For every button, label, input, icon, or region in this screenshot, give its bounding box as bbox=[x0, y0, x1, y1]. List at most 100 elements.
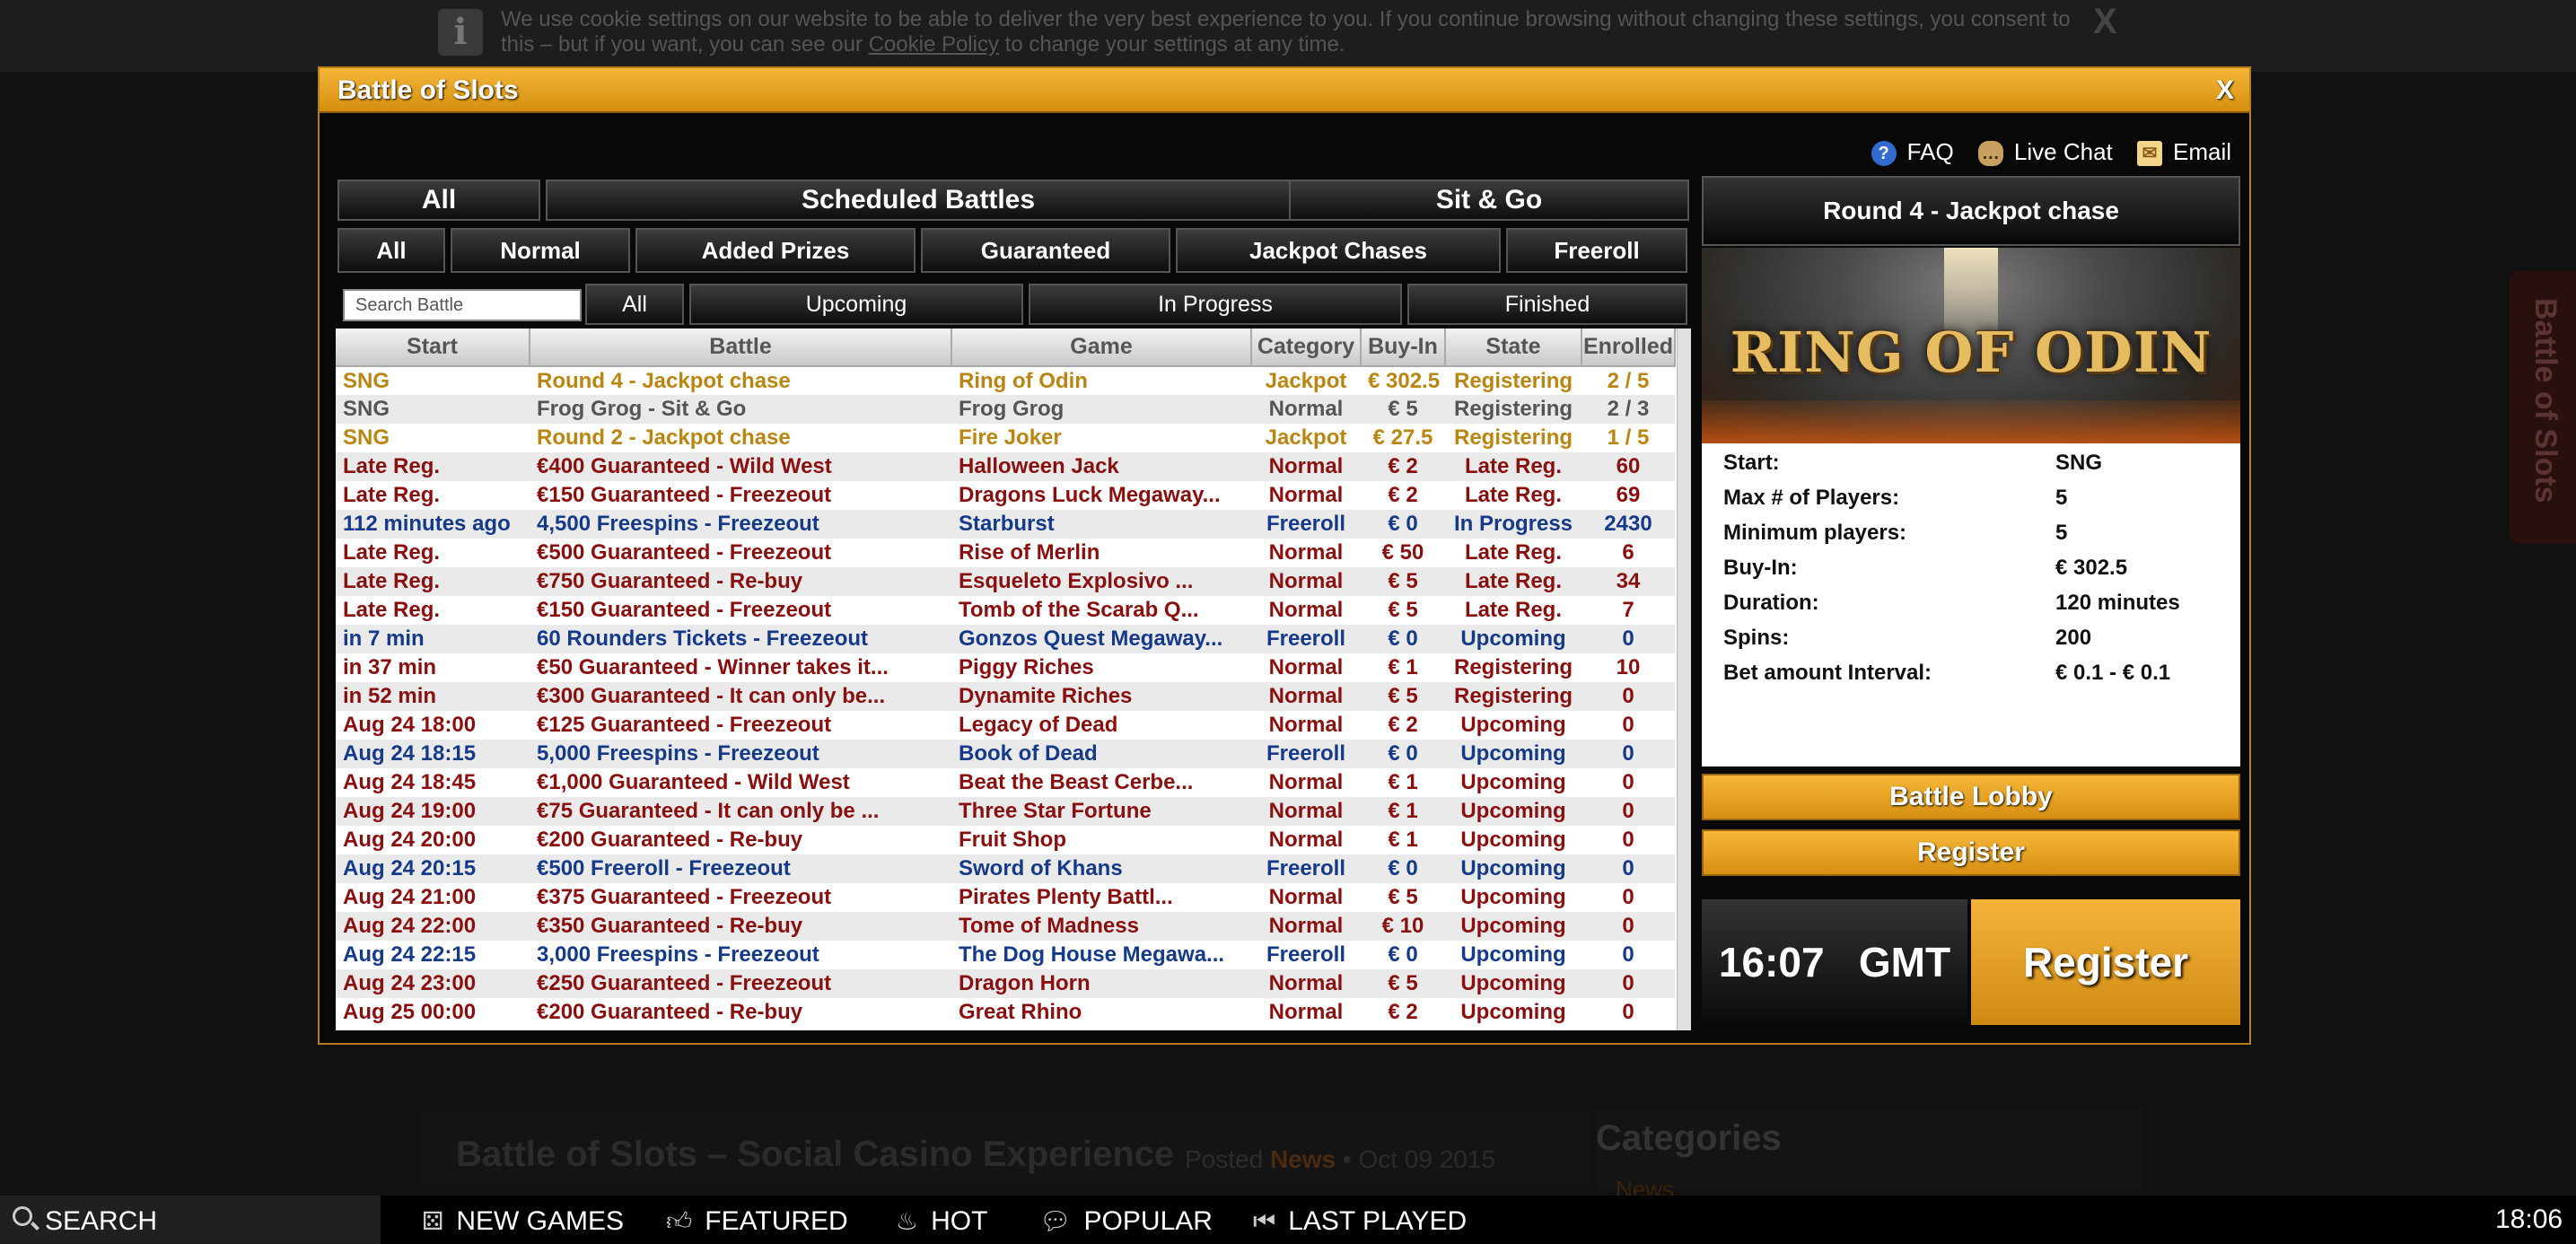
column-header-category[interactable]: Category bbox=[1251, 329, 1362, 367]
search-button[interactable]: SEARCH bbox=[0, 1196, 381, 1244]
cell-category: Freeroll bbox=[1251, 854, 1361, 883]
detail-info-label: Duration: bbox=[1723, 591, 1819, 615]
filter-state-all[interactable]: All bbox=[585, 284, 684, 325]
table-row[interactable]: Aug 24 22:15 3,000 Freespins - Freezeout T… bbox=[336, 941, 1675, 969]
cell-buyin: € 2 bbox=[1388, 713, 1418, 737]
table-row[interactable]: Late Reg. €750 Guaranteed - Re-buy Esquele… bbox=[336, 567, 1675, 596]
cell-game: Three Star Fortune bbox=[951, 797, 1251, 826]
cell-enrolled: 0 bbox=[1582, 912, 1675, 941]
cell-category: Normal bbox=[1268, 483, 1344, 507]
filter-state-finished[interactable]: Finished bbox=[1407, 284, 1687, 325]
email-link[interactable]: ✉ Email bbox=[2136, 138, 2231, 167]
cell-buyin: € 2 bbox=[1388, 483, 1418, 507]
cell-state: Registering bbox=[1445, 395, 1582, 424]
bottom-nav-bar: SEARCH ⚄ NEW GAMES 👍︎ FEATURED ♨ HOT 💬︎ POPU… bbox=[0, 1196, 2576, 1244]
table-row[interactable]: Aug 24 19:00 €75 Guaranteed - It can only… bbox=[336, 797, 1675, 826]
table-row[interactable]: Aug 24 18:00 €125 Guaranteed - Freezeout L… bbox=[336, 711, 1675, 740]
table-row[interactable]: in 7 min 60 Rounders Tickets - Freezeout G… bbox=[336, 625, 1675, 653]
nav-hot[interactable]: ♨ HOT bbox=[896, 1206, 987, 1237]
tab-sit-and-go[interactable]: Sit & Go bbox=[1289, 180, 1689, 221]
filter-type-normal[interactable]: Normal bbox=[451, 228, 630, 273]
cell-game: Piggy Riches bbox=[959, 655, 1094, 679]
modal-close-button[interactable]: X bbox=[2210, 75, 2240, 106]
table-row[interactable]: Aug 24 20:15 €500 Freeroll - Freezeout Swo… bbox=[336, 854, 1675, 883]
cell-state: Upcoming bbox=[1445, 912, 1582, 941]
cell-buyin: € 27.5 bbox=[1372, 425, 1433, 450]
table-row[interactable]: SNG Round 2 - Jackpot chase Fire Joker Jack… bbox=[336, 424, 1675, 452]
register-big-button[interactable]: Register bbox=[1971, 899, 2240, 1025]
cookie-close-button[interactable]: X bbox=[2093, 4, 2117, 39]
column-header-battle[interactable]: Battle bbox=[530, 329, 952, 367]
cell-game: Fruit Shop bbox=[959, 828, 1066, 852]
table-row[interactable]: SNG Round 4 - Jackpot chase Ring of Odin Ja… bbox=[336, 366, 1675, 395]
table-row[interactable]: Aug 24 21:00 €375 Guaranteed - Freezeout P… bbox=[336, 883, 1675, 912]
battles-table: Start Battle Game Category Buy-In State … bbox=[336, 329, 1691, 1030]
battle-lobby-button[interactable]: Battle Lobby bbox=[1702, 774, 2240, 820]
filter-type-guaranteed[interactable]: Guaranteed bbox=[921, 228, 1170, 273]
faq-link[interactable]: ? FAQ bbox=[1871, 138, 1954, 167]
cell-battle: €200 Guaranteed - Re-buy bbox=[537, 1000, 803, 1024]
cell-state: Upcoming bbox=[1445, 625, 1582, 653]
cookie-policy-link[interactable]: Cookie Policy bbox=[869, 32, 999, 57]
battle-of-slots-modal: Battle of Slots X ? FAQ … Live Chat ✉ Email… bbox=[318, 66, 2251, 1045]
filter-type-added-prizes[interactable]: Added Prizes bbox=[635, 228, 916, 273]
detail-info-label: Max # of Players: bbox=[1723, 486, 1900, 510]
table-row[interactable]: Aug 25 00:00 €200 Guaranteed - Re-buy Grea… bbox=[336, 998, 1675, 1027]
nav-popular[interactable]: 💬︎ POPULAR bbox=[1039, 1206, 1213, 1237]
table-row[interactable]: in 37 min €50 Guaranteed - Winner takes i… bbox=[336, 653, 1675, 682]
filter-type-jackpot-chases[interactable]: Jackpot Chases bbox=[1176, 228, 1501, 273]
cell-state: Upcoming bbox=[1445, 969, 1582, 998]
table-row[interactable]: Aug 24 18:15 5,000 Freespins - Freezeout B… bbox=[336, 740, 1675, 768]
cell-battle: €350 Guaranteed - Re-buy bbox=[530, 912, 951, 941]
filter-state-upcoming[interactable]: Upcoming bbox=[689, 284, 1023, 325]
cell-start: Aug 24 19:00 bbox=[336, 797, 530, 826]
cell-battle: €1,000 Guaranteed - Wild West bbox=[537, 770, 850, 794]
cell-category: Normal bbox=[1268, 885, 1344, 909]
cell-state: Upcoming bbox=[1460, 1000, 1566, 1024]
article-header: Battle of Slots – Social Casino Experien… bbox=[422, 1113, 1589, 1185]
cell-buyin: € 2 bbox=[1388, 1000, 1418, 1024]
live-chat-link[interactable]: … Live Chat bbox=[1977, 138, 2113, 167]
table-row[interactable]: Late Reg. €500 Guaranteed - Freezeout Rise… bbox=[336, 539, 1675, 567]
filter-state-in-progress[interactable]: In Progress bbox=[1029, 284, 1402, 325]
table-row[interactable]: in 52 min €300 Guaranteed - It can only b… bbox=[336, 682, 1675, 711]
cell-battle: €400 Guaranteed - Wild West bbox=[530, 452, 951, 481]
column-header-buy-in[interactable]: Buy-In bbox=[1361, 329, 1446, 367]
cell-battle: Round 2 - Jackpot chase bbox=[537, 425, 791, 450]
cell-category: Jackpot bbox=[1265, 368, 1347, 393]
table-row[interactable]: Aug 24 18:45 €1,000 Guaranteed - Wild Wes… bbox=[336, 768, 1675, 797]
register-button[interactable]: Register bbox=[1702, 829, 2240, 876]
search-battle-input[interactable]: Search Battle bbox=[343, 289, 582, 321]
cell-battle: Round 4 - Jackpot chase bbox=[537, 368, 791, 393]
tab-scheduled-battles[interactable]: Scheduled Battles bbox=[546, 180, 1291, 221]
ring-of-odin-logo: RING OF ODIN bbox=[1730, 320, 2212, 385]
nav-featured[interactable]: 👍︎ FEATURED bbox=[666, 1206, 848, 1237]
filter-type-freeroll[interactable]: Freeroll bbox=[1506, 228, 1687, 273]
column-header-start[interactable]: Start bbox=[336, 329, 530, 367]
cell-battle: €750 Guaranteed - Re-buy bbox=[530, 567, 951, 596]
nav-last-played[interactable]: ⏮ LAST PLAYED bbox=[1253, 1206, 1467, 1237]
filter-type-all[interactable]: All bbox=[337, 228, 445, 273]
column-header-game[interactable]: Game bbox=[951, 329, 1252, 367]
table-row[interactable]: Late Reg. €150 Guaranteed - Freezeout Tomb… bbox=[336, 596, 1675, 625]
column-header-enrolled[interactable]: Enrolled bbox=[1582, 329, 1676, 367]
modal-title: Battle of Slots bbox=[337, 75, 519, 105]
cell-game: Fire Joker bbox=[959, 425, 1062, 450]
table-row[interactable]: SNG Frog Grog - Sit & Go Frog Grog Normal € … bbox=[336, 395, 1675, 424]
table-row[interactable]: Late Reg. €400 Guaranteed - Wild West Hall… bbox=[336, 452, 1675, 481]
table-row[interactable]: Aug 24 20:00 €200 Guaranteed - Re-buy Frui… bbox=[336, 826, 1675, 854]
table-row[interactable]: 112 minutes ago 4,500 Freespins - Freezeo… bbox=[336, 510, 1675, 539]
column-header-state[interactable]: State bbox=[1445, 329, 1582, 367]
table-scrollbar[interactable] bbox=[1677, 329, 1691, 1030]
table-row[interactable]: Late Reg. €150 Guaranteed - Freezeout Drag… bbox=[336, 481, 1675, 510]
tab-all-battles[interactable]: All bbox=[337, 180, 540, 221]
table-row[interactable]: Aug 24 22:00 €350 Guaranteed - Re-buy Tome… bbox=[336, 912, 1675, 941]
cell-enrolled: 0 bbox=[1582, 682, 1675, 711]
side-tab-battle-of-slots[interactable]: Battle of Slots bbox=[2510, 271, 2576, 544]
nav-new-games[interactable]: ⚄ NEW GAMES bbox=[422, 1206, 624, 1237]
info-icon: i bbox=[438, 9, 483, 56]
table-row[interactable]: Aug 24 23:00 €250 Guaranteed - Freezeout D… bbox=[336, 969, 1675, 998]
cell-game: Great Rhino bbox=[959, 1000, 1082, 1024]
cell-start: 112 minutes ago bbox=[336, 510, 530, 539]
detail-info-value: € 0.1 - € 0.1 bbox=[2055, 661, 2171, 685]
